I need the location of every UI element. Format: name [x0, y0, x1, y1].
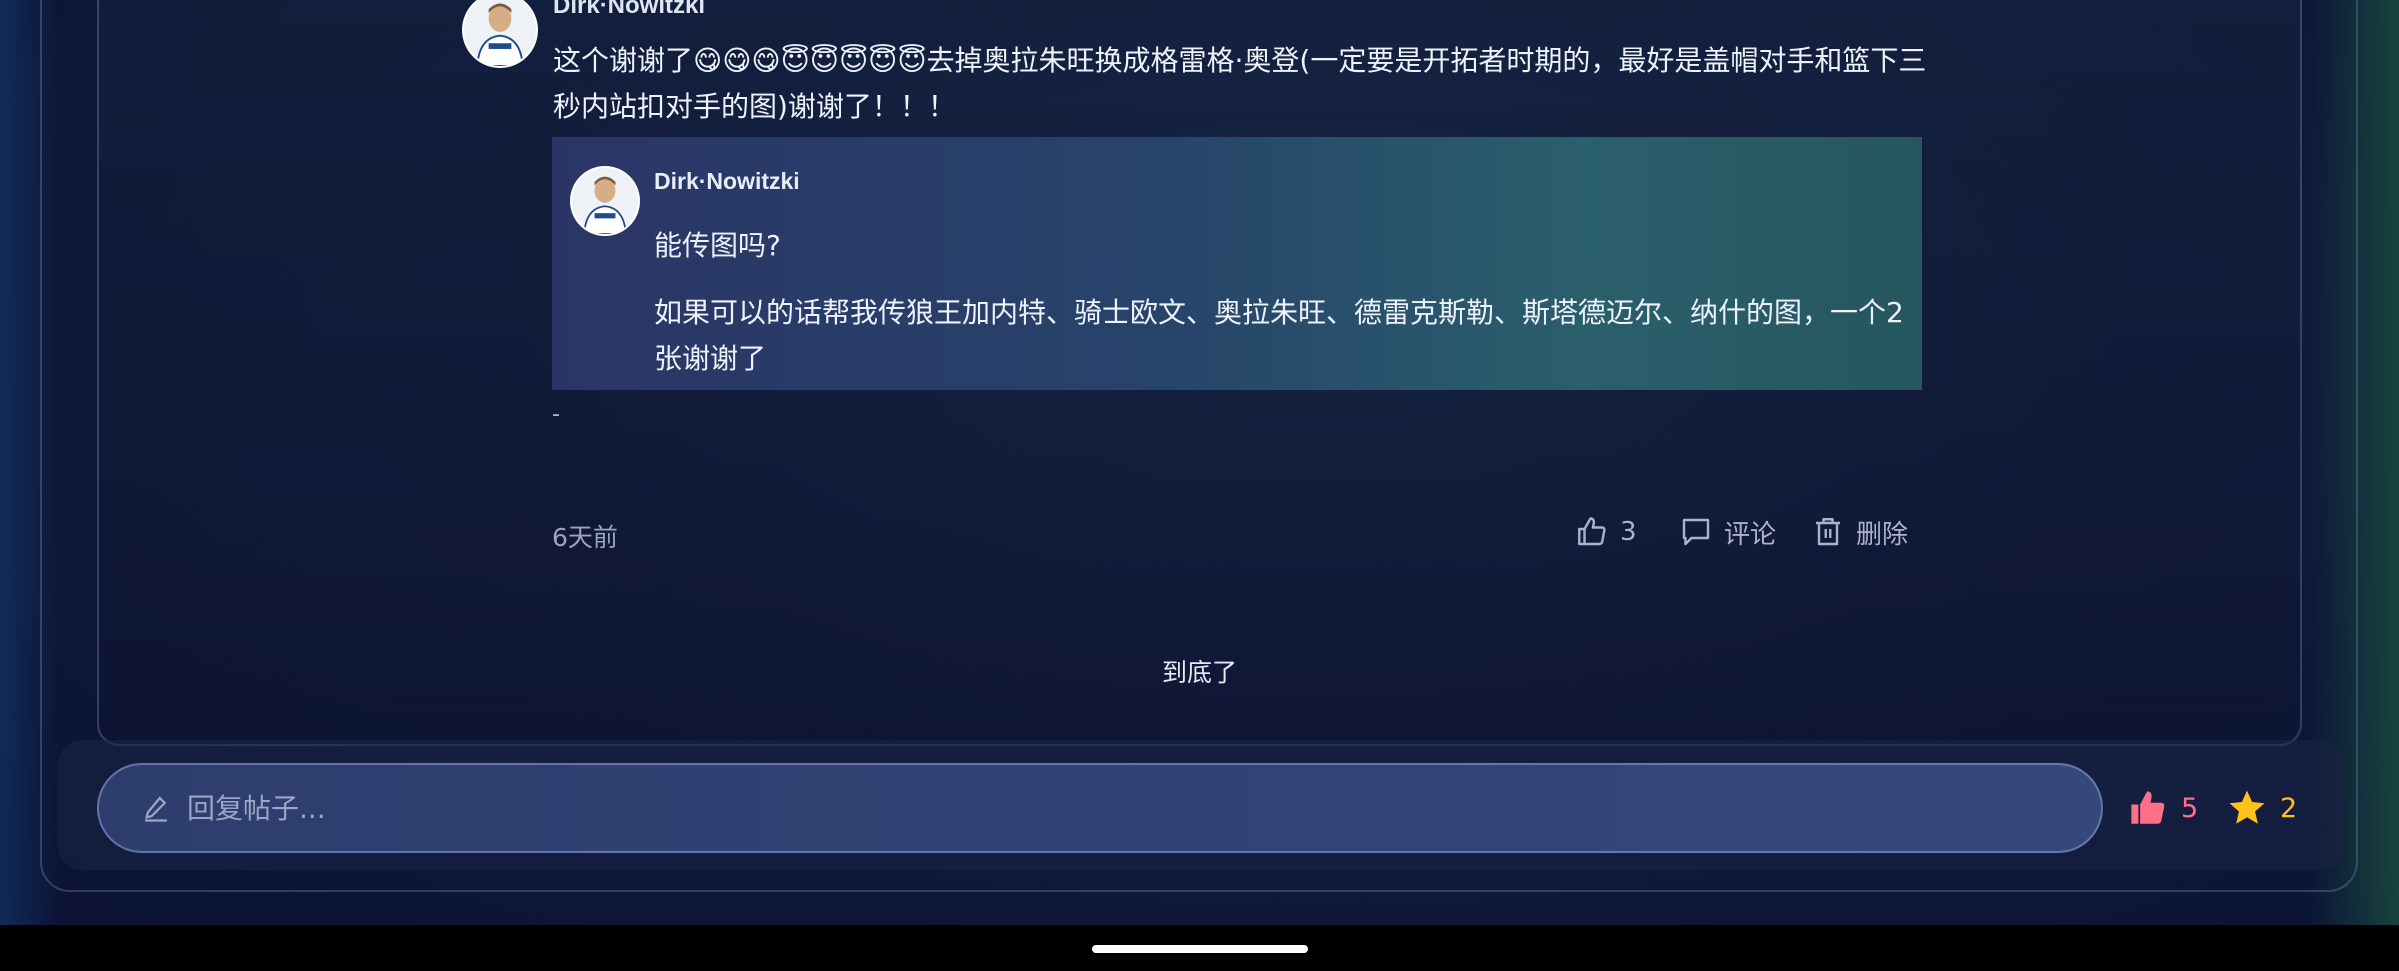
comment-button[interactable]: 评论 — [1678, 512, 1776, 552]
delete-label: 删除 — [1856, 519, 1909, 550]
reply-input[interactable] — [185, 790, 1989, 826]
star-icon — [2229, 790, 2265, 824]
post-like-button[interactable]: 5 — [2127, 785, 2198, 831]
end-of-list-text: 到底了 — [1161, 658, 1237, 687]
quoted-author[interactable]: Dirk·Nowitzki — [654, 168, 800, 195]
comment-label: 评论 — [1724, 519, 1777, 550]
post-text: 这个谢谢了😋😋😋😇😇😇😇😇去掉奥拉朱旺换成格雷格·奥登(一定要是开拓者时期的，最… — [553, 44, 1927, 123]
home-indicator[interactable] — [1092, 945, 1308, 953]
avatar-image — [572, 168, 638, 234]
pencil-icon — [144, 796, 168, 822]
like-button[interactable]: 3 — [1574, 512, 1637, 552]
post-like-count: 5 — [2181, 792, 2199, 824]
post-timestamp: 6天前 — [552, 523, 618, 552]
reply-field[interactable] — [97, 763, 2103, 853]
thumbs-up-filled-icon — [2131, 791, 2165, 824]
thumbs-up-icon — [1578, 517, 1606, 546]
comment-icon — [1682, 518, 1710, 546]
delete-button[interactable]: 删除 — [1810, 512, 1908, 552]
avatar-image — [464, 0, 536, 66]
favorite-button[interactable]: 2 — [2226, 785, 2297, 831]
trash-icon — [1816, 518, 1840, 546]
post-author[interactable]: Dirk·Nowitzki — [553, 0, 705, 20]
post-separator-mark: - — [552, 402, 560, 427]
quoted-text-line-1: 能传图吗? — [654, 229, 781, 262]
quoted-text-line-2: 如果可以的话帮我传狼王加内特、骑士欧文、奥拉朱旺、德雷克斯勒、斯塔德迈尔、纳什的… — [654, 296, 1904, 375]
favorite-count: 2 — [2280, 792, 2298, 824]
like-count: 3 — [1620, 517, 1637, 547]
quoted-author-avatar[interactable] — [570, 166, 640, 236]
